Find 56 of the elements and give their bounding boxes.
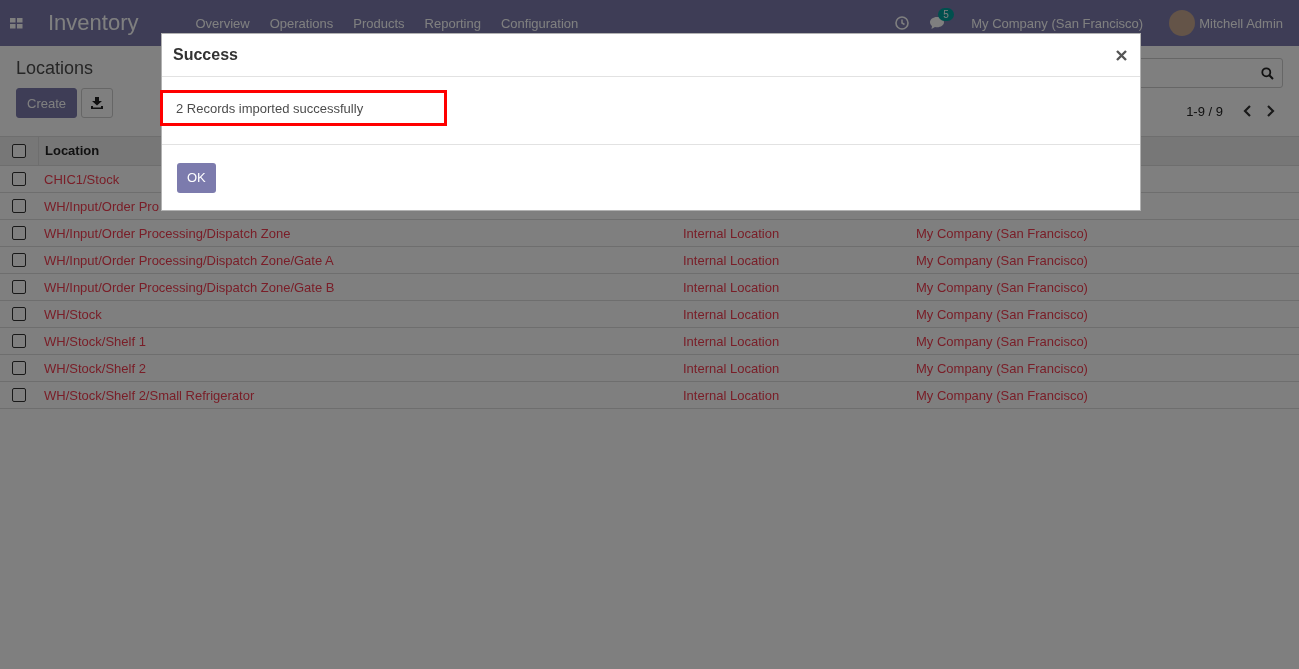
- row-checkbox[interactable]: [12, 226, 26, 240]
- page-title: Locations: [16, 58, 95, 79]
- location-cell[interactable]: WH/Stock/Shelf 1: [38, 333, 683, 349]
- menu-item[interactable]: Products: [353, 15, 405, 31]
- app-title[interactable]: Inventory: [48, 10, 139, 36]
- location-cell[interactable]: WH/Stock: [38, 306, 683, 322]
- location-cell[interactable]: WH/Stock/Shelf 2: [38, 360, 683, 376]
- row-checkbox[interactable]: [12, 361, 26, 375]
- row-checkbox[interactable]: [12, 253, 26, 267]
- dialog-message: 2 Records imported successfully: [176, 100, 364, 116]
- menu-item[interactable]: Operations: [269, 15, 334, 31]
- message-count-badge: 5: [938, 8, 954, 21]
- location-type-cell: Internal Location: [683, 279, 780, 295]
- download-icon: [91, 97, 104, 109]
- search-icon[interactable]: [1261, 66, 1274, 80]
- location-cell[interactable]: WH/Input/Order Processing/Dispatch Zone: [38, 225, 683, 241]
- company-cell: My Company (San Francisco): [916, 279, 1088, 295]
- chat-icon[interactable]: [929, 16, 946, 30]
- location-type-cell: Internal Location: [683, 225, 780, 241]
- location-cell[interactable]: WH/Input/Order Processing/Dispatch Zone/Gate B: [38, 279, 683, 295]
- company-switcher[interactable]: My Company (San Francisco): [971, 15, 1144, 31]
- company-cell: My Company (San Francisco): [916, 306, 1088, 322]
- location-cell[interactable]: WH/Input/Order Processing/Dispatch Zone/Gate A: [38, 252, 683, 268]
- location-type-cell: Internal Location: [683, 252, 780, 268]
- menu-item[interactable]: Reporting: [424, 15, 481, 31]
- company-cell: My Company (San Francisco): [916, 252, 1088, 268]
- company-cell: My Company (San Francisco): [916, 360, 1088, 376]
- ok-button[interactable]: OK: [177, 162, 216, 193]
- row-checkbox[interactable]: [12, 307, 26, 321]
- select-all-checkbox[interactable]: [12, 144, 26, 158]
- close-icon[interactable]: [1116, 49, 1127, 61]
- dialog-title: Success: [173, 46, 238, 64]
- company-cell: My Company (San Francisco): [916, 387, 1088, 403]
- row-checkbox[interactable]: [12, 388, 26, 402]
- menu-item[interactable]: Overview: [195, 15, 250, 31]
- location-type-cell: Internal Location: [683, 387, 780, 403]
- row-checkbox[interactable]: [12, 280, 26, 294]
- next-page-icon[interactable]: [1266, 105, 1275, 117]
- location-type-cell: Internal Location: [683, 333, 780, 349]
- download-button[interactable]: [81, 88, 114, 118]
- pager-counter[interactable]: 1-9 / 9: [1186, 103, 1223, 119]
- previous-page-icon[interactable]: [1243, 105, 1252, 117]
- row-checkbox[interactable]: [12, 172, 26, 186]
- row-checkbox[interactable]: [12, 334, 26, 348]
- row-checkbox[interactable]: [12, 199, 26, 213]
- company-cell: My Company (San Francisco): [916, 333, 1088, 349]
- create-button[interactable]: Create: [16, 88, 78, 118]
- location-type-cell: Internal Location: [683, 360, 780, 376]
- menu-item[interactable]: Configuration: [500, 15, 579, 31]
- company-cell: My Company (San Francisco): [916, 225, 1088, 241]
- clock-icon[interactable]: [895, 16, 910, 30]
- column-header[interactable]: Location: [38, 137, 100, 165]
- apps-menu-icon[interactable]: [10, 17, 23, 29]
- location-type-cell: Internal Location: [683, 306, 780, 322]
- location-cell[interactable]: WH/Stock/Shelf 2/Small Refrigerator: [38, 387, 683, 403]
- user-name[interactable]: Mitchell Admin: [1199, 15, 1283, 31]
